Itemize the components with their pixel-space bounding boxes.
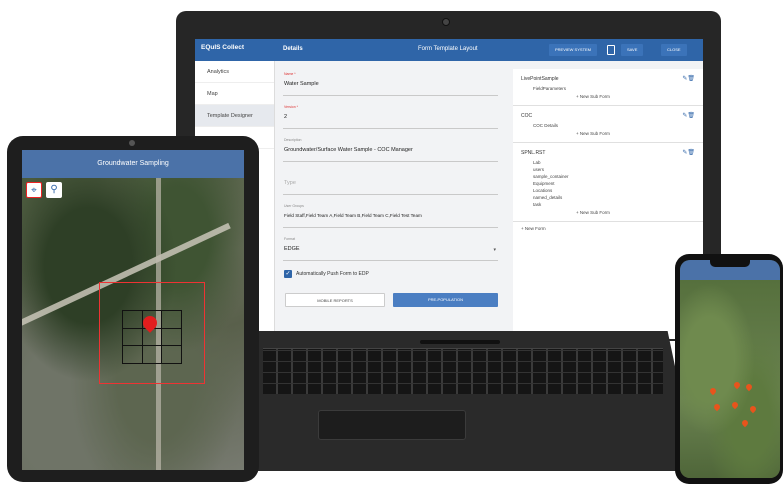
prepopulation-button[interactable]: PRE-POPULATION <box>393 293 498 307</box>
field-label: Description <box>284 138 302 142</box>
edit-delete-icons[interactable]: ✎🗑 <box>682 149 695 156</box>
edit-delete-icons[interactable]: ✎🗑 <box>682 112 695 119</box>
laptop-screen: EQuIS Collect Details Form Template Layo… <box>195 39 703 339</box>
mobile-reports-button[interactable]: MOBILE REPORTS <box>285 293 385 307</box>
type-field[interactable]: Type <box>283 168 498 195</box>
new-subform-link[interactable]: + New Sub Form <box>521 129 695 138</box>
laptop-hinge <box>420 340 500 344</box>
auto-push-label: Automatically Push Form to EDP <box>296 271 369 277</box>
form-actions: MOBILE REPORTS PRE-POPULATION <box>283 293 498 313</box>
field-value: Water Sample <box>284 81 319 87</box>
tablet-camera <box>129 140 135 146</box>
save-button[interactable]: SAVE <box>621 44 644 56</box>
sidebar-item-template-designer[interactable]: Template Designer <box>195 105 274 127</box>
header-title: Details <box>283 46 303 52</box>
field-value: Groundwater/Surface Water Sample - COC M… <box>284 147 413 153</box>
map-pin-icon[interactable] <box>748 404 758 414</box>
format-select[interactable]: Format EDGE ▾ <box>283 234 498 261</box>
crosshair-icon[interactable]: ⌖ <box>26 182 42 198</box>
map-pin-icon[interactable]: ⚲ <box>46 182 62 198</box>
map-pin-icon[interactable] <box>730 400 740 410</box>
version-field[interactable]: Version * 2 <box>283 102 498 129</box>
app-logo-text: EQuIS Collect <box>201 44 244 51</box>
description-field[interactable]: Description Groundwater/Surface Water Sa… <box>283 135 498 162</box>
laptop-camera <box>442 18 450 26</box>
tree-group: LivePointSample ✎🗑 FieldParameters + New… <box>513 69 703 106</box>
tree-sub-item[interactable]: FieldParameters <box>521 85 695 92</box>
edit-delete-icons[interactable]: ✎🗑 <box>682 75 695 82</box>
map-pin-icon[interactable] <box>732 380 742 390</box>
field-label: Version * <box>284 105 299 109</box>
form-details: Name * Water Sample Version * 2 Descript… <box>283 69 498 313</box>
field-value: Field Staff,Field Team A,Field Team B,Fi… <box>284 213 422 218</box>
map-pin-icon[interactable] <box>708 386 718 396</box>
sidebar-item-map[interactable]: Map <box>195 83 274 105</box>
tree-sub-item[interactable]: named_details <box>521 194 695 201</box>
chevron-down-icon: ▾ <box>493 247 496 253</box>
field-placeholder: Type <box>284 180 296 186</box>
map-pin-icon[interactable] <box>740 418 750 428</box>
phone-satellite-map[interactable] <box>680 280 780 478</box>
phone-screen <box>680 260 780 478</box>
tree-sub-item[interactable]: Equipment <box>521 180 695 187</box>
sidebar-item-analytics[interactable]: Analytics <box>195 61 274 83</box>
tree-group-name[interactable]: LivePointSample <box>521 73 695 85</box>
user-groups-field[interactable]: User Groups Field Staff,Field Team A,Fie… <box>283 201 498 228</box>
form-template-title: Form Template Layout <box>418 46 478 52</box>
field-label: Name * <box>284 72 296 76</box>
map-pin-icon[interactable] <box>744 382 754 392</box>
laptop-touchpad <box>318 410 466 440</box>
preview-button[interactable]: PREVIEW SYSTEM <box>549 44 598 56</box>
new-subform-link[interactable]: + New Sub Form <box>521 208 695 217</box>
phone-device <box>675 254 783 484</box>
close-button[interactable]: CLOSE <box>661 44 687 56</box>
tablet-device: Groundwater Sampling ⌖ ⚲ <box>7 136 259 482</box>
tree-sub-item[interactable]: task <box>521 201 695 208</box>
tablet-title: Groundwater Sampling <box>22 150 244 178</box>
phone-notch <box>710 260 750 267</box>
auto-push-checkbox[interactable]: ✓ <box>284 270 292 278</box>
satellite-map[interactable]: ⌖ ⚲ <box>22 178 244 470</box>
field-value: 2 <box>284 114 288 120</box>
new-subform-link[interactable]: + New Sub Form <box>521 92 695 101</box>
field-label: User Groups <box>284 204 304 208</box>
tablet-screen: Groundwater Sampling ⌖ ⚲ <box>22 150 244 470</box>
auto-push-row: ✓ Automatically Push Form to EDP <box>283 267 498 283</box>
app-header: EQuIS Collect Details Form Template Layo… <box>195 39 703 61</box>
app-logo[interactable]: EQuIS Collect <box>201 44 244 51</box>
phone-header <box>680 260 780 280</box>
document-icon[interactable] <box>607 45 615 55</box>
tree-sub-item[interactable]: sample_container <box>521 173 695 180</box>
map-pin-icon[interactable] <box>712 402 722 412</box>
tree-group-name[interactable]: COC <box>521 110 695 122</box>
tree-sub-item[interactable]: Lab <box>521 159 695 166</box>
name-field[interactable]: Name * Water Sample <box>283 69 498 96</box>
tree-sub-item[interactable]: users <box>521 166 695 173</box>
tree-group: COC ✎🗑 COC Details + New Sub Form <box>513 106 703 143</box>
field-label: Format <box>284 237 296 241</box>
tree-sub-item[interactable]: Locations <box>521 187 695 194</box>
field-value: EDGE <box>284 246 300 252</box>
tree-group: SPNL.RST ✎🗑 Lab users sample_container E… <box>513 143 703 222</box>
tree-group-name[interactable]: SPNL.RST <box>521 147 695 159</box>
laptop-keyboard <box>263 348 663 394</box>
new-form-link[interactable]: + New Form <box>513 222 703 235</box>
tree-sub-item[interactable]: COC Details <box>521 122 695 129</box>
